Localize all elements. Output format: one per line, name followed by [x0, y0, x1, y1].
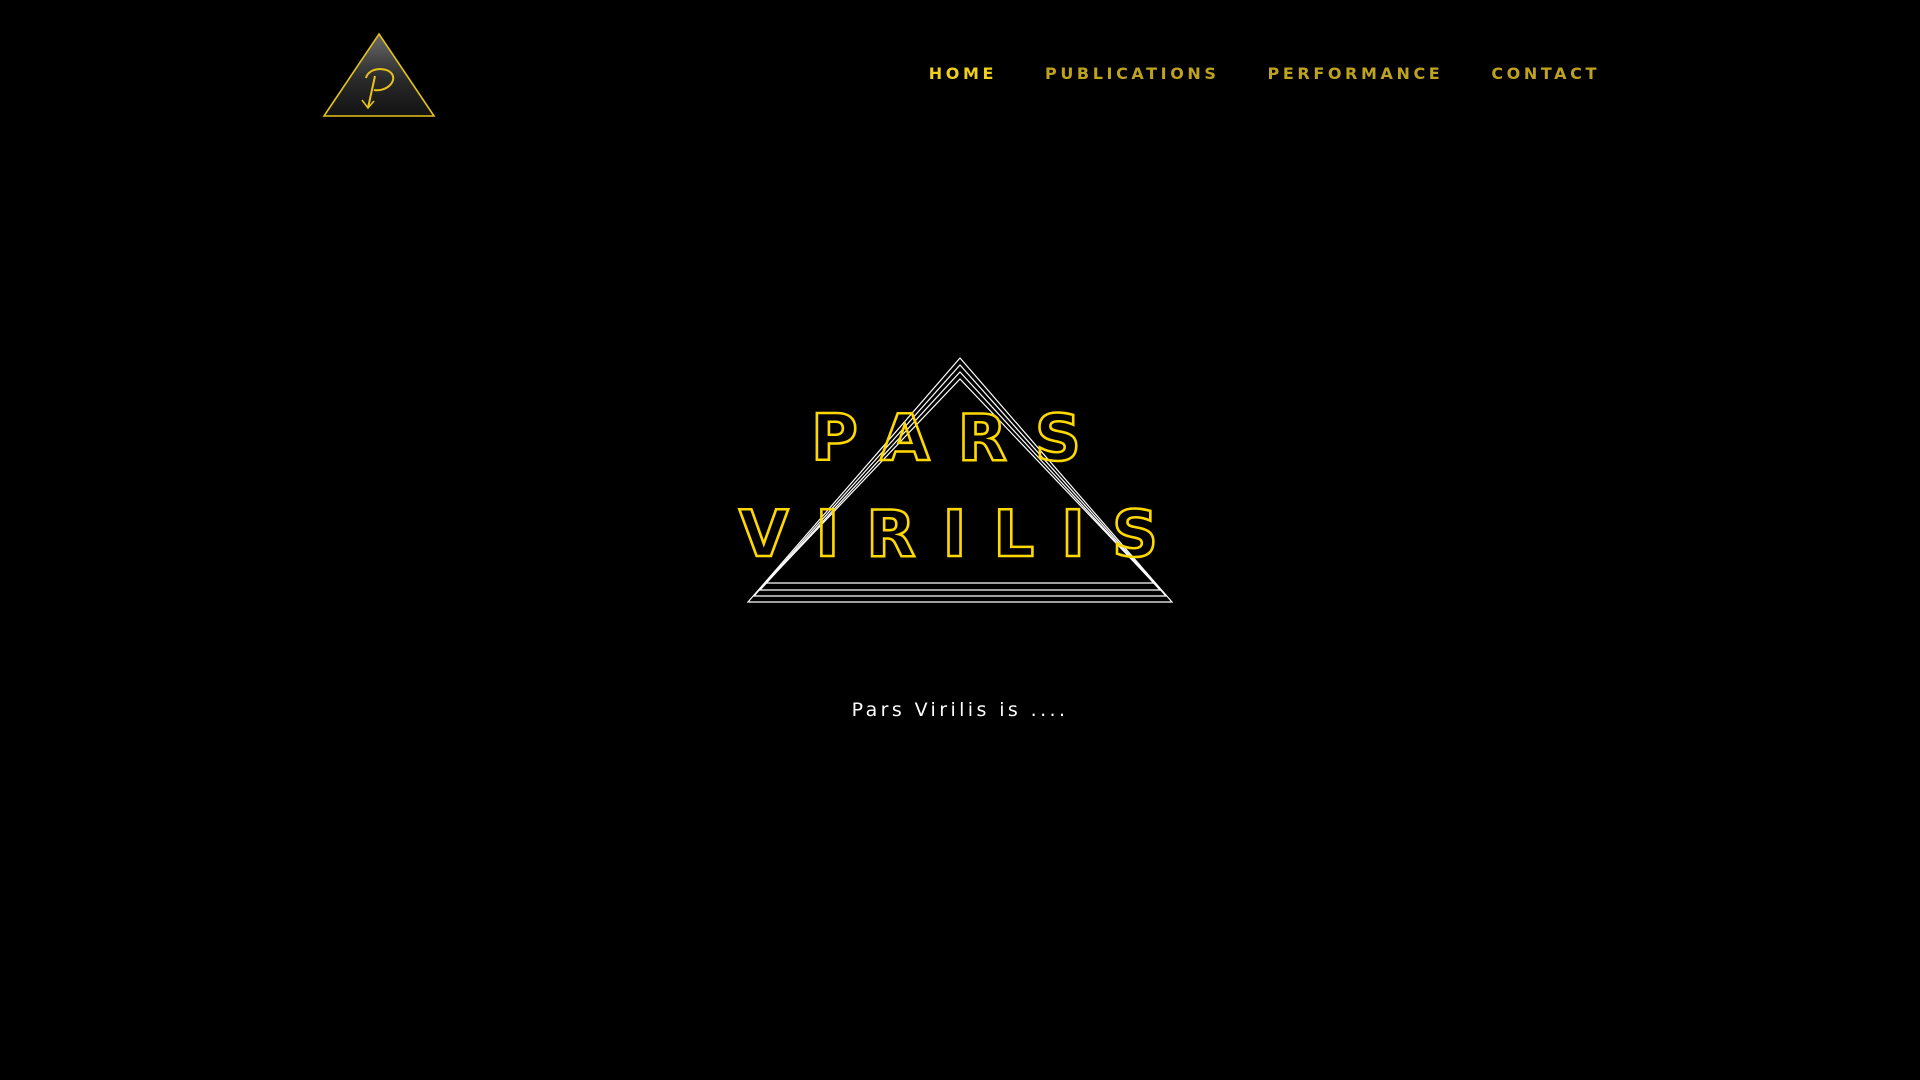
hero-graphic: PARS VIRILIS: [700, 350, 1220, 610]
hero-svg: PARS VIRILIS: [738, 357, 1185, 603]
nav-contact[interactable]: CONTACT: [1491, 60, 1600, 88]
hero-title-line2: VIRILIS: [739, 498, 1185, 572]
nav-performance[interactable]: PERFORMANCE: [1268, 60, 1444, 88]
site-header: HOME PUBLICATIONS PERFORMANCE CONTACT: [0, 0, 1920, 150]
nav-publications[interactable]: PUBLICATIONS: [1045, 60, 1220, 88]
home-logo-link[interactable]: [322, 32, 436, 119]
hero-title-line1: PARS: [811, 402, 1109, 476]
hero-tagline: Pars Virilis is ....: [851, 699, 1069, 721]
main-nav: HOME PUBLICATIONS PERFORMANCE CONTACT: [929, 60, 1600, 88]
triangle-p-logo-icon: [322, 32, 436, 117]
nav-home[interactable]: HOME: [929, 60, 997, 88]
